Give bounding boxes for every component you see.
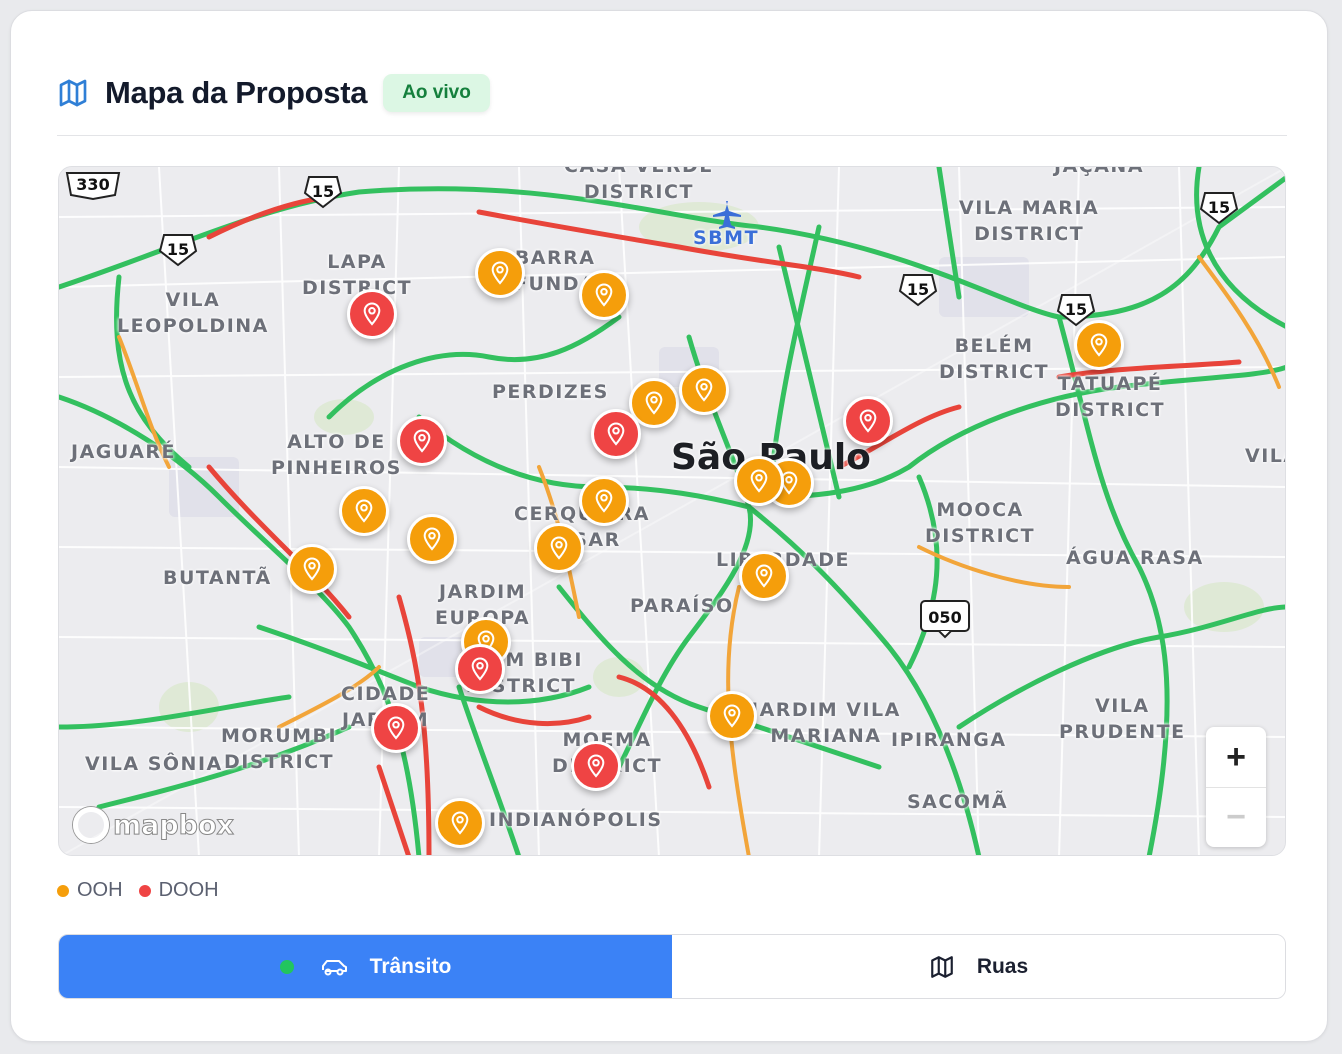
- location-pin-icon: [695, 378, 713, 402]
- location-pin-icon: [471, 657, 489, 681]
- district-label-vila-maria: VILA MARIA DISTRICT: [959, 197, 1100, 245]
- zoom-in-button[interactable]: +: [1206, 727, 1266, 787]
- dooh-marker[interactable]: [843, 396, 893, 446]
- ooh-dot-icon: [57, 884, 69, 897]
- mapbox-logo-icon: [73, 807, 109, 843]
- district-label-ipiranga: IPIRANGA: [891, 729, 1007, 751]
- map-canvas[interactable]: 330 15 15 15 15 15 050 CASA VERDE DISTRI…: [58, 166, 1286, 856]
- location-pin-icon: [355, 499, 373, 523]
- district-label-vila: VILA: [1245, 445, 1285, 467]
- map-icon: [57, 76, 91, 110]
- location-pin-icon: [1090, 333, 1108, 357]
- location-pin-icon: [607, 422, 625, 446]
- location-pin-icon: [413, 429, 431, 453]
- location-pin-icon: [859, 409, 877, 433]
- card-header: Mapa da Proposta Ao vivo: [57, 63, 490, 123]
- location-pin-icon: [595, 283, 613, 307]
- ooh-marker[interactable]: [339, 486, 389, 536]
- location-pin-icon: [491, 261, 509, 285]
- location-pin-icon: [723, 704, 741, 728]
- map-style-toggle: Trânsito Ruas: [58, 934, 1286, 999]
- district-label-indianopolis: INDIANÓPOLIS: [489, 809, 663, 831]
- district-label-vila-sonia: VILA SÔNIA: [85, 753, 223, 775]
- district-label-tatuape: TATUAPÉ DISTRICT: [1055, 373, 1166, 421]
- traffic-view-button[interactable]: Trânsito: [59, 935, 672, 998]
- ooh-marker[interactable]: [435, 798, 485, 848]
- dooh-marker[interactable]: [455, 644, 505, 694]
- ooh-marker[interactable]: [679, 365, 729, 415]
- district-label-morumbi: MORUMBI DISTRICT: [221, 725, 338, 773]
- car-icon: [320, 957, 348, 977]
- dooh-marker[interactable]: [371, 703, 421, 753]
- ooh-marker[interactable]: [475, 248, 525, 298]
- ooh-marker[interactable]: [734, 456, 784, 506]
- zoom-controls: + −: [1206, 727, 1266, 847]
- district-label-jaguare: JAGUARÉ: [71, 441, 177, 463]
- dooh-dot-icon: [138, 884, 151, 897]
- legend-item-dooh: DOOH: [138, 879, 219, 902]
- map-icon: [929, 954, 955, 980]
- location-pin-icon: [303, 557, 321, 581]
- location-pin-icon: [750, 469, 768, 493]
- mapbox-logo-text: mapbox: [113, 809, 235, 841]
- ooh-marker[interactable]: [579, 270, 629, 320]
- location-pin-icon: [645, 391, 663, 415]
- district-label-vila-prudente: VILA PRUDENTE: [1059, 695, 1186, 743]
- page-title: Mapa da Proposta: [105, 75, 368, 110]
- location-pin-icon: [423, 527, 441, 551]
- location-pin-icon: [755, 564, 773, 588]
- header-divider: [57, 135, 1287, 136]
- ooh-marker[interactable]: [739, 551, 789, 601]
- district-label-belem: BELÉM DISTRICT: [939, 335, 1050, 383]
- location-pin-icon: [387, 716, 405, 740]
- district-label-jacana: JAÇANÃ: [1054, 166, 1145, 177]
- district-label-jardim-vila-mariana: JARDIM VILA MARIANA: [751, 699, 901, 747]
- dooh-marker[interactable]: [347, 289, 397, 339]
- ooh-marker[interactable]: [707, 691, 757, 741]
- ooh-marker[interactable]: [407, 514, 457, 564]
- location-pin-icon: [587, 754, 605, 778]
- legend-label-ooh: OOH: [77, 879, 123, 901]
- district-label-casa-verde: CASA VERDE DISTRICT: [564, 166, 714, 203]
- traffic-view-label: Trânsito: [369, 954, 452, 978]
- dooh-marker[interactable]: [591, 409, 641, 459]
- dooh-marker[interactable]: [397, 416, 447, 466]
- district-label-sacoma: SACOMÃ: [907, 791, 1009, 813]
- ooh-marker[interactable]: [579, 476, 629, 526]
- dooh-marker[interactable]: [571, 741, 621, 791]
- district-label-alto-pinheiros: ALTO DE PINHEIROS: [271, 431, 402, 479]
- location-pin-icon: [595, 489, 613, 513]
- location-pin-icon: [451, 811, 469, 835]
- district-label-butanta: BUTANTÃ: [163, 567, 272, 589]
- live-indicator-dot: [279, 959, 294, 974]
- location-pin-icon: [363, 302, 381, 326]
- district-label-agua-rasa: ÁGUA RASA: [1066, 547, 1204, 569]
- zoom-out-button[interactable]: −: [1206, 787, 1266, 847]
- location-pin-icon: [550, 536, 568, 560]
- legend-item-ooh: OOH: [57, 879, 123, 902]
- district-label-vila-leopoldina: VILA LEOPOLDINA: [117, 289, 269, 337]
- airport-label-sbmt: SBMT: [693, 227, 760, 249]
- map-legend: OOH DOOH: [57, 879, 235, 902]
- ooh-marker[interactable]: [534, 523, 584, 573]
- streets-view-label: Ruas: [976, 954, 1029, 978]
- district-label-perdizes: PERDIZES: [492, 381, 609, 403]
- district-label-paraiso: PARAÍSO: [630, 595, 734, 617]
- ooh-marker[interactable]: [287, 544, 337, 594]
- ooh-marker[interactable]: [1074, 320, 1124, 370]
- mapbox-attribution-logo[interactable]: mapbox: [73, 807, 234, 843]
- live-status-badge: Ao vivo: [383, 74, 490, 112]
- legend-label-dooh: DOOH: [158, 879, 219, 901]
- district-label-mooca: MOOCA DISTRICT: [925, 499, 1036, 547]
- streets-view-button[interactable]: Ruas: [672, 935, 1285, 998]
- proposal-map-card: Mapa da Proposta Ao vivo 330 15 15 15 15…: [10, 10, 1328, 1042]
